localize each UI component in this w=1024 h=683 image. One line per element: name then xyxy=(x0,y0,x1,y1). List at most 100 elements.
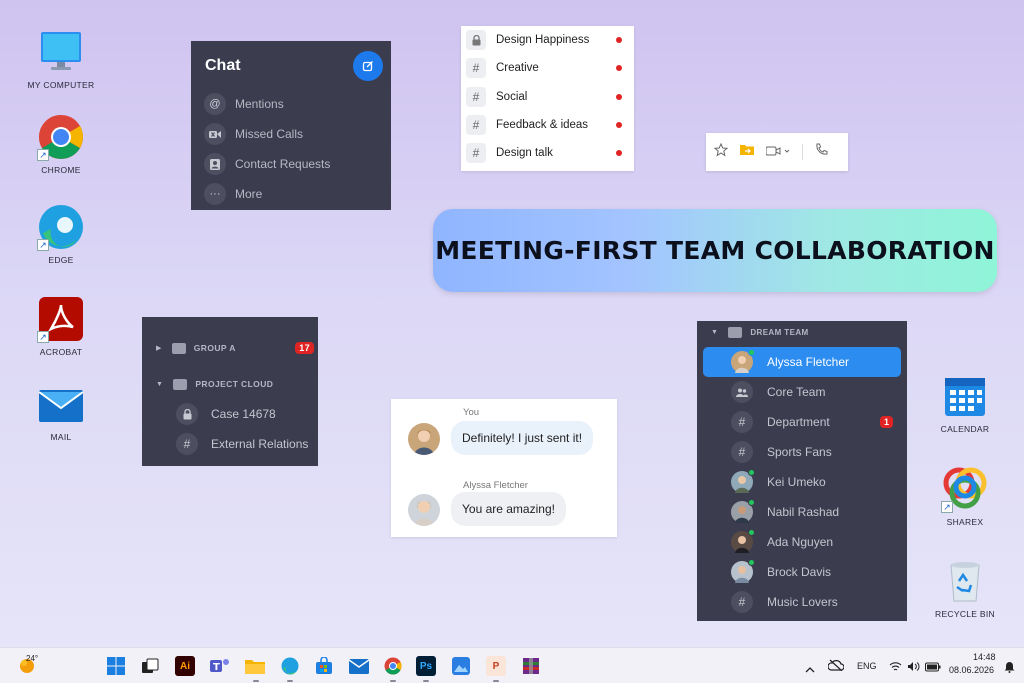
file-explorer-icon[interactable] xyxy=(245,656,265,676)
team-item-label: Brock Davis xyxy=(767,565,832,579)
task-view-icon[interactable] xyxy=(140,656,160,676)
volume-icon[interactable] xyxy=(907,659,920,677)
team-item-sports-fans[interactable]: # Sports Fans xyxy=(703,437,901,467)
folder-share-icon[interactable] xyxy=(740,143,754,161)
chrome-icon[interactable] xyxy=(383,656,403,676)
team-item-label: Alyssa Fletcher xyxy=(767,355,850,369)
edge-icon[interactable] xyxy=(280,656,300,676)
chat-menu-mentions[interactable]: @ Mentions xyxy=(191,89,391,119)
chat-menu-label: Missed Calls xyxy=(235,127,304,141)
avatar xyxy=(731,349,755,373)
avatar xyxy=(731,529,755,553)
avatar xyxy=(731,499,755,523)
desktop-icon-my-computer[interactable]: MY COMPUTER xyxy=(21,28,101,90)
teams-icon[interactable]: T xyxy=(210,656,230,676)
running-indicator xyxy=(287,680,293,682)
desktop-icon-label: SHAREX xyxy=(946,517,984,527)
phone-call-icon[interactable] xyxy=(815,143,828,161)
team-item-label: Music Lovers xyxy=(767,595,838,609)
chrome-icon: ↗ xyxy=(37,113,85,161)
team-item-alyssa-fletcher[interactable]: Alyssa Fletcher xyxy=(703,347,901,377)
channel-item[interactable]: # Design talk xyxy=(461,139,634,167)
team-item-nabil-rashad[interactable]: Nabil Rashad xyxy=(703,497,901,527)
project-cloud-row[interactable]: ▼ PROJECT CLOUD xyxy=(142,369,318,399)
desktop-icon-acrobat[interactable]: ↗ ACROBAT xyxy=(21,295,101,357)
sharex-icon: ↗ xyxy=(941,465,989,513)
more-icon: ··· xyxy=(204,183,226,205)
mail-icon[interactable] xyxy=(349,656,369,676)
team-item-kei-umeko[interactable]: Kei Umeko xyxy=(703,467,901,497)
message-sender: Alyssa Fletcher xyxy=(463,480,528,491)
team-header[interactable]: ▼ DREAM TEAM xyxy=(697,322,907,342)
star-icon[interactable] xyxy=(713,142,729,162)
powerpoint-icon[interactable]: P xyxy=(486,656,506,676)
language-indicator[interactable]: ENG xyxy=(857,661,877,671)
desktop-icon-calendar[interactable]: CALENDAR xyxy=(925,372,1005,434)
battery-icon[interactable] xyxy=(925,659,941,677)
clock-date[interactable]: 08.06.2026 xyxy=(949,665,994,675)
illustrator-icon[interactable]: Ai xyxy=(175,656,195,676)
online-indicator xyxy=(748,559,755,566)
channel-item[interactable]: # Social xyxy=(461,83,634,111)
team-panel: ▼ DREAM TEAM Alyssa Fletcher Core Team #… xyxy=(697,321,907,621)
channel-label: Case 14678 xyxy=(211,407,276,421)
video-call-icon[interactable] xyxy=(765,143,790,161)
start-icon[interactable] xyxy=(106,656,126,676)
online-indicator xyxy=(748,349,755,356)
desktop-icon-chrome[interactable]: ↗ CHROME xyxy=(21,113,101,175)
caret-right-icon: ▶ xyxy=(156,345,162,352)
compose-button[interactable] xyxy=(353,51,383,81)
lock-icon xyxy=(466,30,486,51)
running-indicator xyxy=(493,680,499,682)
lock-icon xyxy=(176,403,198,425)
hash-icon: # xyxy=(176,433,198,455)
unread-badge: 1 xyxy=(879,416,893,428)
desktop-icon-recycle-bin[interactable]: RECYCLE BIN xyxy=(925,557,1005,619)
channel-list-panel: Design Happiness # Creative # Social # Feed… xyxy=(461,26,634,171)
team-item-brock-davis[interactable]: Brock Davis xyxy=(703,557,901,587)
store-icon[interactable] xyxy=(314,656,334,676)
team-item-department[interactable]: # Department 1 xyxy=(703,407,901,437)
message-bubble: Definitely! I just sent it! xyxy=(451,421,594,455)
avatar xyxy=(731,469,755,493)
team-item-label: Ada Nguyen xyxy=(767,535,834,549)
online-indicator xyxy=(748,499,755,506)
team-item-music-lovers[interactable]: # Music Lovers xyxy=(703,587,901,617)
hash-icon: # xyxy=(466,58,486,79)
desktop-icon-label: CHROME xyxy=(41,165,81,175)
chat-menu-missed-calls[interactable]: Missed Calls xyxy=(191,119,391,149)
photos-icon[interactable] xyxy=(451,656,471,676)
desktop-icon-sharex[interactable]: ↗ SHAREX xyxy=(925,465,1005,527)
channel-item[interactable]: # Creative xyxy=(461,54,634,82)
channel-item[interactable]: Design Happiness xyxy=(461,26,634,54)
clock-time[interactable]: 14:48 xyxy=(973,652,996,662)
notification-bell-icon[interactable] xyxy=(1004,660,1015,678)
desktop-icon-edge[interactable]: ↗ EDGE xyxy=(21,203,101,265)
unread-dot xyxy=(616,37,622,44)
team-item-ada-nguyen[interactable]: Ada Nguyen xyxy=(703,527,901,557)
channel-item[interactable]: Case 14678 xyxy=(142,399,318,429)
chat-menu-more[interactable]: ··· More xyxy=(191,179,391,209)
chat-menu-contact-requests[interactable]: Contact Requests xyxy=(191,149,391,179)
hash-icon: # xyxy=(731,591,753,613)
group-a-row[interactable]: ▶ GROUP A 17 xyxy=(142,333,318,363)
channel-label: Design talk xyxy=(496,147,553,160)
cloud-offline-icon[interactable] xyxy=(827,658,845,676)
online-indicator xyxy=(748,529,755,536)
winrar-icon[interactable] xyxy=(521,656,541,676)
team-item-label: Department xyxy=(767,415,830,429)
group-label: GROUP A xyxy=(193,343,236,353)
team-item-core-team[interactable]: Core Team xyxy=(703,377,901,407)
avatar xyxy=(408,494,440,526)
channel-item[interactable]: # External Relations xyxy=(142,429,318,459)
chevron-up-icon[interactable] xyxy=(805,660,815,678)
acrobat-icon: ↗ xyxy=(37,295,85,343)
hash-icon: # xyxy=(466,115,486,136)
caret-down-icon: ▼ xyxy=(711,328,719,336)
chat-menu-label: Mentions xyxy=(235,97,284,111)
channel-item[interactable]: # Feedback & ideas xyxy=(461,111,634,139)
photoshop-icon[interactable]: Ps xyxy=(416,656,436,676)
wifi-icon[interactable] xyxy=(889,659,902,677)
desktop-icon-mail[interactable]: MAIL xyxy=(21,380,101,442)
hash-icon: # xyxy=(466,143,486,164)
